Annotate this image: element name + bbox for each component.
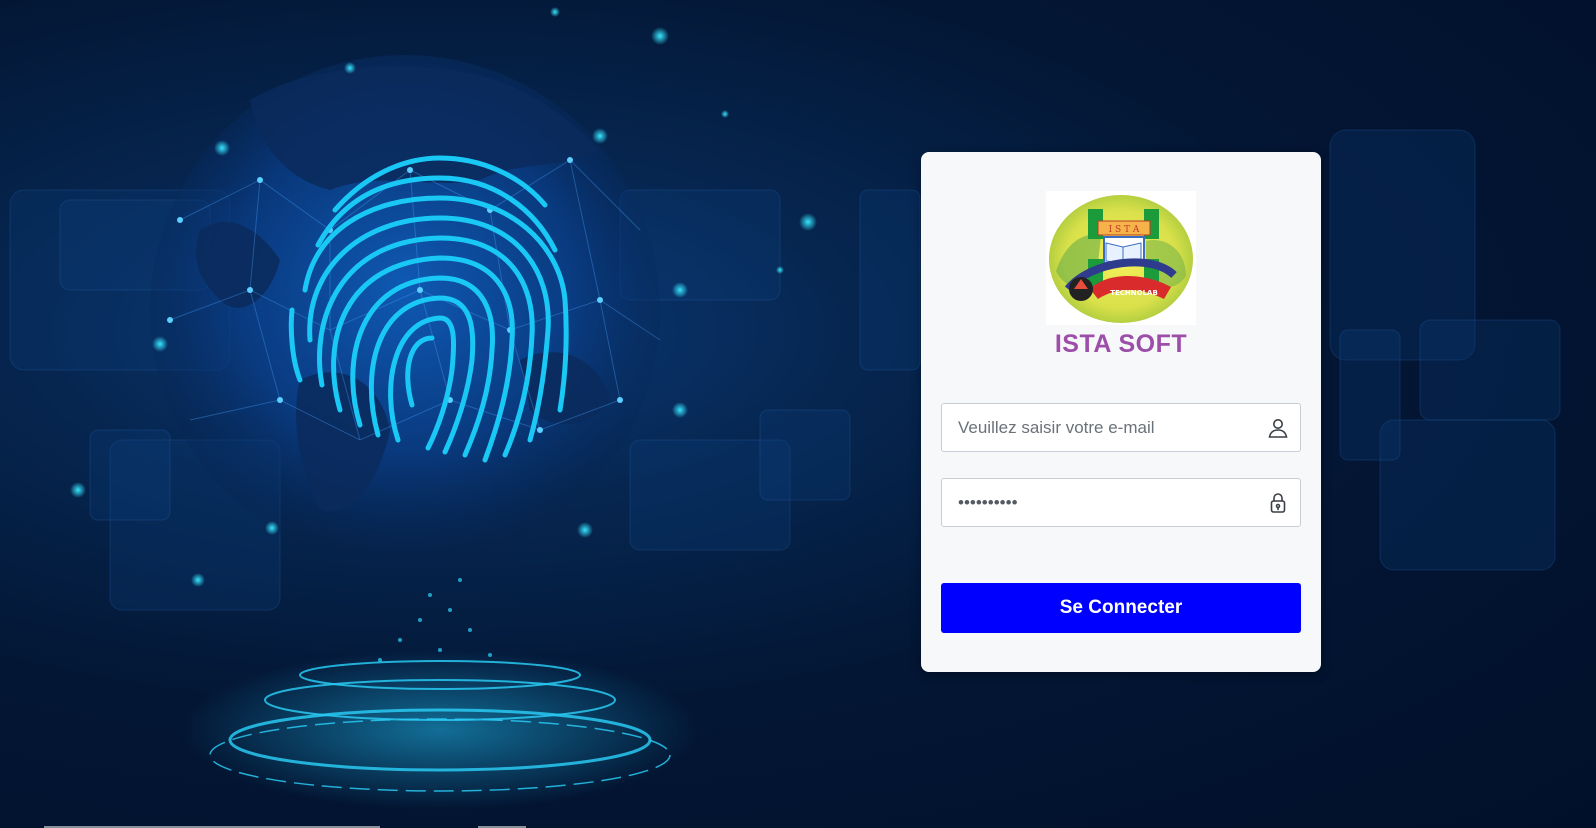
user-icon <box>1266 416 1290 440</box>
lock-icon <box>1266 491 1290 515</box>
app-brand-title: ISTA SOFT <box>1054 330 1188 358</box>
logo-ribbon-text: TECHNOLAB <box>1110 289 1158 297</box>
logo-banner-text: I S T A <box>1109 225 1140 235</box>
background-illustration <box>9 7 1561 810</box>
login-page: I S T A TECHNOLAB ISTA SOFT Veuillez sai… <box>0 0 1596 828</box>
password-input[interactable] <box>942 479 1258 526</box>
password-field-container <box>941 478 1301 527</box>
email-input[interactable] <box>942 404 1258 451</box>
email-field-container <box>941 403 1301 452</box>
login-card: I S T A TECHNOLAB ISTA SOFT Veuillez sai… <box>921 152 1321 672</box>
login-submit-button[interactable]: Se Connecter <box>941 583 1301 633</box>
ista-logo: I S T A TECHNOLAB <box>1046 191 1196 325</box>
